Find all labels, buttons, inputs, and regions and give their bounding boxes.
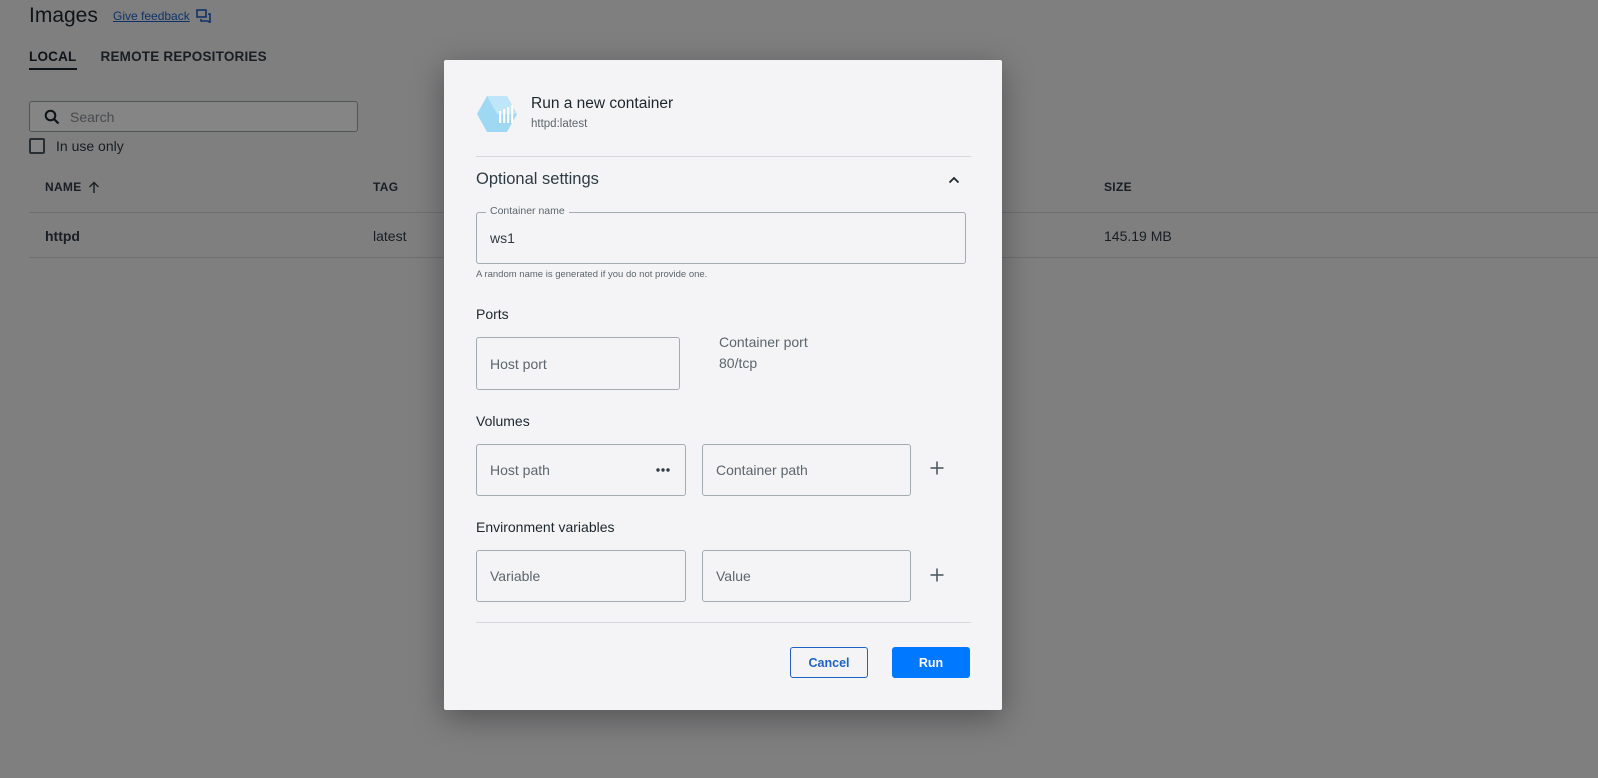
volumes-heading: Volumes — [476, 413, 530, 429]
host-path-field — [476, 444, 686, 496]
host-port-field — [476, 337, 680, 390]
value-field — [702, 550, 911, 602]
dialog-subtitle: httpd:latest — [531, 118, 588, 130]
value-input[interactable] — [716, 551, 882, 601]
container-port-label: Container port — [719, 334, 808, 350]
add-env-plus-icon[interactable] — [929, 567, 945, 583]
footer-divider — [476, 622, 971, 623]
container-name-field: Container name — [476, 205, 966, 264]
cancel-button[interactable]: Cancel — [790, 647, 868, 678]
chevron-up-icon[interactable] — [947, 173, 961, 187]
ports-heading: Ports — [476, 306, 509, 322]
host-path-input[interactable] — [490, 445, 636, 495]
run-container-dialog: Run a new container httpd:latest Optiona… — [444, 60, 1002, 710]
docker-container-icon — [477, 96, 517, 132]
header-divider — [476, 156, 971, 157]
run-button[interactable]: Run — [892, 647, 970, 678]
container-path-field — [702, 444, 911, 496]
container-port-value: 80/tcp — [719, 355, 758, 371]
host-port-input[interactable] — [490, 338, 652, 389]
more-dots-icon[interactable] — [655, 462, 671, 478]
env-vars-heading: Environment variables — [476, 519, 615, 535]
container-path-input[interactable] — [716, 445, 882, 495]
add-volume-plus-icon[interactable] — [929, 460, 945, 476]
variable-field — [476, 550, 686, 602]
optional-settings-heading[interactable]: Optional settings — [476, 170, 599, 189]
dialog-title: Run a new container — [531, 95, 674, 112]
container-name-input[interactable] — [490, 213, 881, 263]
container-name-helper: A random name is generated if you do not… — [476, 269, 708, 280]
variable-input[interactable] — [490, 551, 657, 601]
